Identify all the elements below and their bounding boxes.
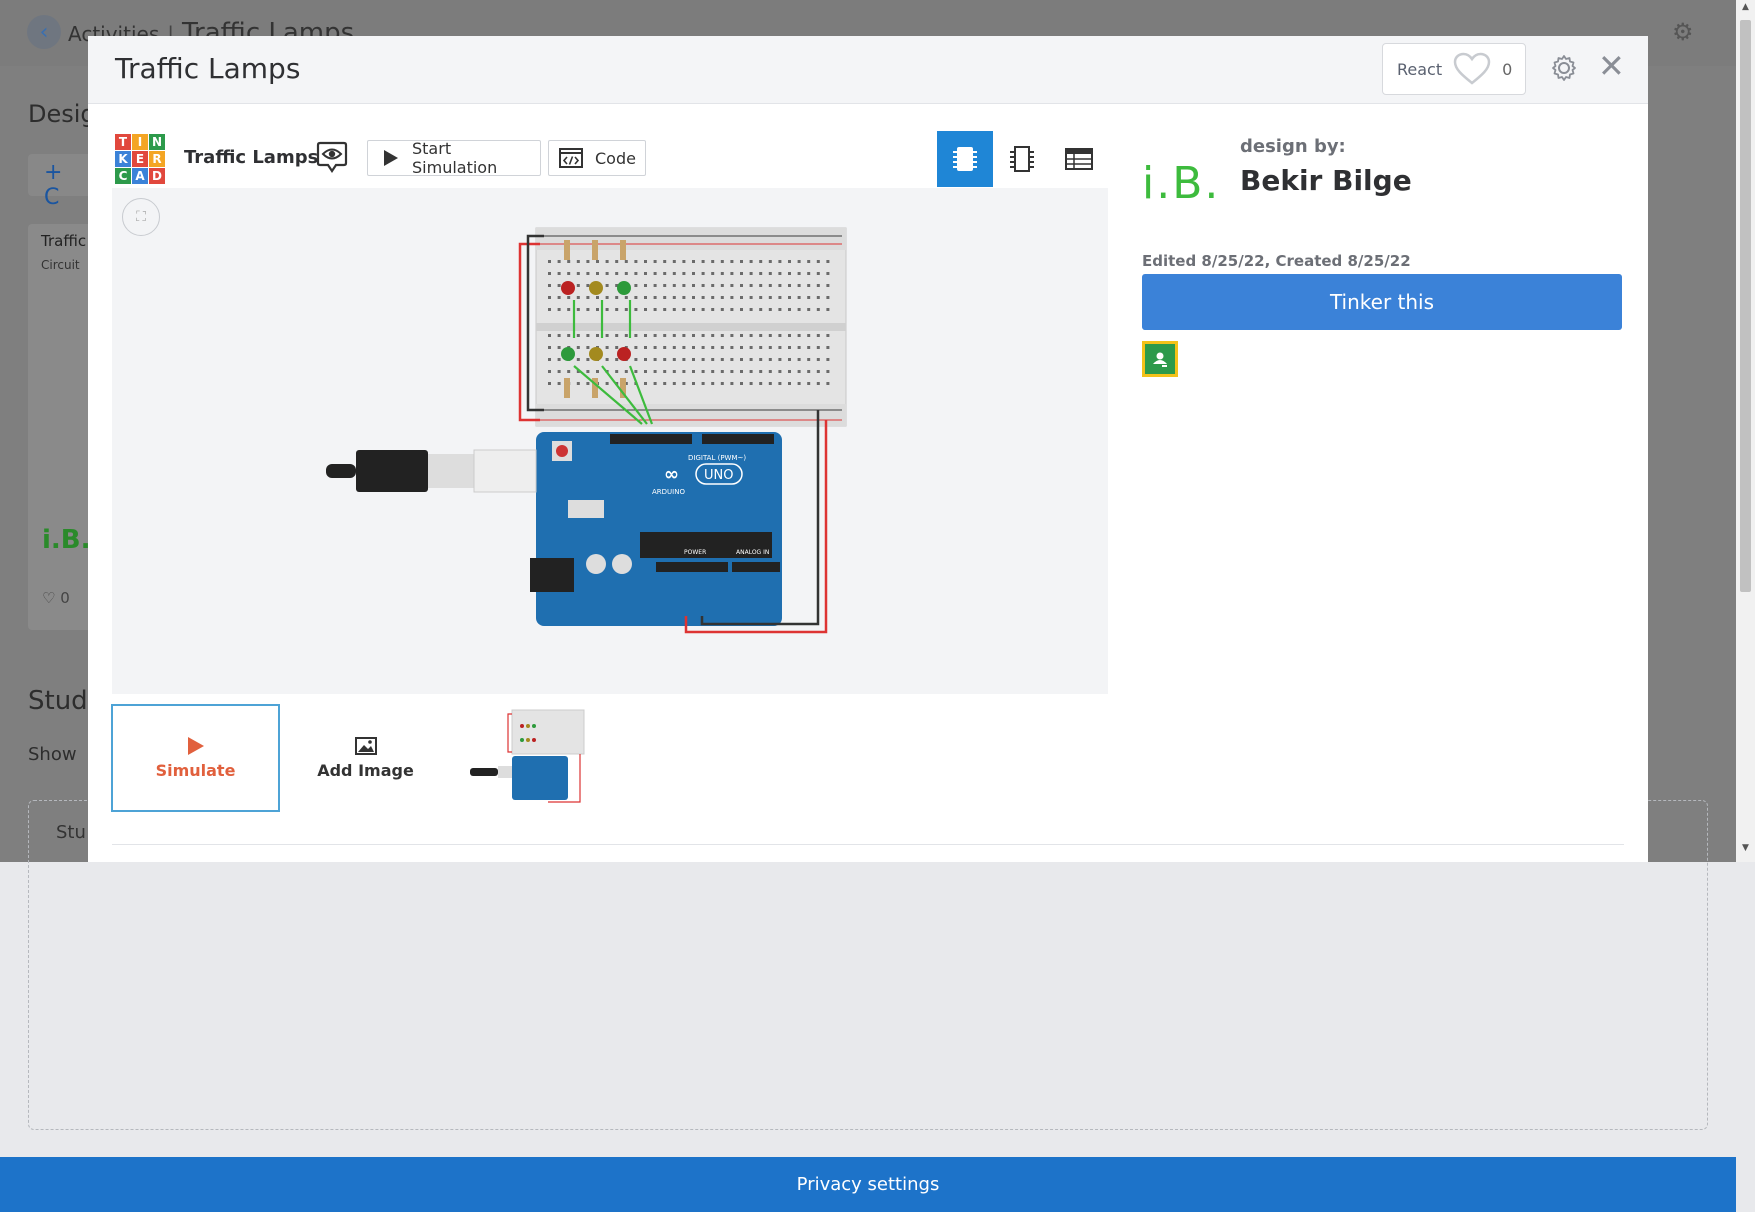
logo-letter: T [115, 134, 131, 150]
show-label: Show [28, 744, 77, 765]
start-simulation-button[interactable]: Start Simulation [367, 139, 541, 177]
code-label: Code [595, 148, 636, 168]
add-image-label: Add Image [317, 760, 414, 780]
simulate-label: Simulate [155, 760, 236, 780]
scroll-down-arrow-icon[interactable]: ▼ [1740, 843, 1751, 855]
heart-icon [1453, 52, 1491, 85]
logo-letter: I [132, 134, 148, 150]
logo-letter: C [115, 168, 131, 184]
logo-letter: R [149, 151, 165, 167]
google-classroom-share-button[interactable] [1142, 341, 1178, 377]
circuit-image: ∞ UNO ARDUINO DIGITAL (PWM~) POWER ANALO… [326, 227, 847, 634]
circuit-canvas[interactable]: ∞ UNO ARDUINO DIGITAL (PWM~) POWER ANALO… [112, 188, 1108, 694]
react-button[interactable]: React 0 [1382, 43, 1526, 95]
svg-text:∞: ∞ [664, 464, 679, 485]
logo-letter: D [149, 168, 165, 184]
component-list-button[interactable] [1051, 131, 1107, 187]
card-title: Traffic [41, 232, 87, 250]
image-icon [354, 736, 377, 755]
students-heading: Stud [28, 686, 88, 716]
logo-letter: E [132, 151, 148, 167]
students-box-label: Stu [56, 822, 86, 843]
tinker-this-button[interactable]: Tinker this [1142, 274, 1622, 330]
start-simulation-label: Start Simulation [412, 139, 498, 177]
svg-text:ANALOG IN: ANALOG IN [736, 549, 769, 556]
chip-icon [1010, 146, 1034, 172]
gear-icon[interactable] [1550, 54, 1578, 82]
card-likes: ♡ 0 [42, 589, 70, 607]
fullscreen-button[interactable]: ⛶ [122, 198, 160, 236]
svg-text:POWER: POWER [684, 549, 706, 556]
circuit-thumbnail[interactable] [468, 708, 588, 808]
code-icon [559, 148, 583, 168]
design-name: Traffic Lamps [184, 147, 319, 168]
author-name[interactable]: Bekir Bilge [1240, 164, 1412, 197]
breadboard-view-icon [953, 147, 977, 171]
card-logo: i.B. [42, 525, 91, 555]
svg-text:DIGITAL (PWM~): DIGITAL (PWM~) [688, 454, 746, 462]
logo-letter: K [115, 151, 131, 167]
tinkercad-logo: TIN KER CAD [115, 134, 165, 184]
schematic-view-button[interactable] [994, 131, 1050, 187]
eye-icon[interactable] [316, 140, 348, 174]
chevron-left-icon: ‹ [39, 19, 49, 45]
scroll-up-arrow-icon[interactable]: ▲ [1740, 2, 1751, 14]
edited-created-dates: Edited 8/25/22, Created 8/25/22 [1142, 252, 1411, 270]
simulate-thumbnail[interactable]: Simulate [111, 704, 280, 812]
svg-text:UNO: UNO [704, 468, 733, 483]
privacy-settings-label: Privacy settings [796, 1174, 940, 1195]
fullscreen-icon: ⛶ [136, 209, 146, 225]
card-subtitle: Circuit [41, 258, 80, 272]
background-gear-icon[interactable]: ⚙ [1672, 18, 1694, 46]
modal-divider [112, 844, 1624, 845]
author-logo: i.B.B [1142, 158, 1224, 209]
react-count: 0 [1502, 59, 1513, 79]
add-image-thumbnail[interactable]: Add Image [281, 704, 450, 812]
play-icon [187, 736, 204, 755]
table-icon [1065, 148, 1093, 170]
svg-text:ARDUINO: ARDUINO [652, 488, 685, 496]
google-classroom-icon [1145, 344, 1175, 374]
privacy-settings-bar[interactable]: Privacy settings [0, 1157, 1736, 1212]
code-button[interactable]: Code [548, 140, 646, 176]
design-by-label: design by: [1240, 136, 1346, 157]
play-icon [384, 150, 398, 166]
logo-letter: N [149, 134, 165, 150]
react-label: React [1397, 59, 1443, 79]
design-modal: Traffic Lamps React 0 ✕ TIN KER CAD Traffi… [88, 36, 1648, 862]
modal-header: Traffic Lamps React 0 ✕ [88, 36, 1648, 104]
modal-title: Traffic Lamps [115, 52, 301, 85]
logo-letter: A [132, 168, 148, 184]
scroll-thumb[interactable] [1740, 20, 1751, 592]
designs-heading: Desig [28, 100, 96, 128]
close-icon[interactable]: ✕ [1598, 50, 1625, 82]
back-button[interactable]: ‹ [27, 15, 61, 49]
circuit-view-button[interactable] [937, 131, 993, 187]
